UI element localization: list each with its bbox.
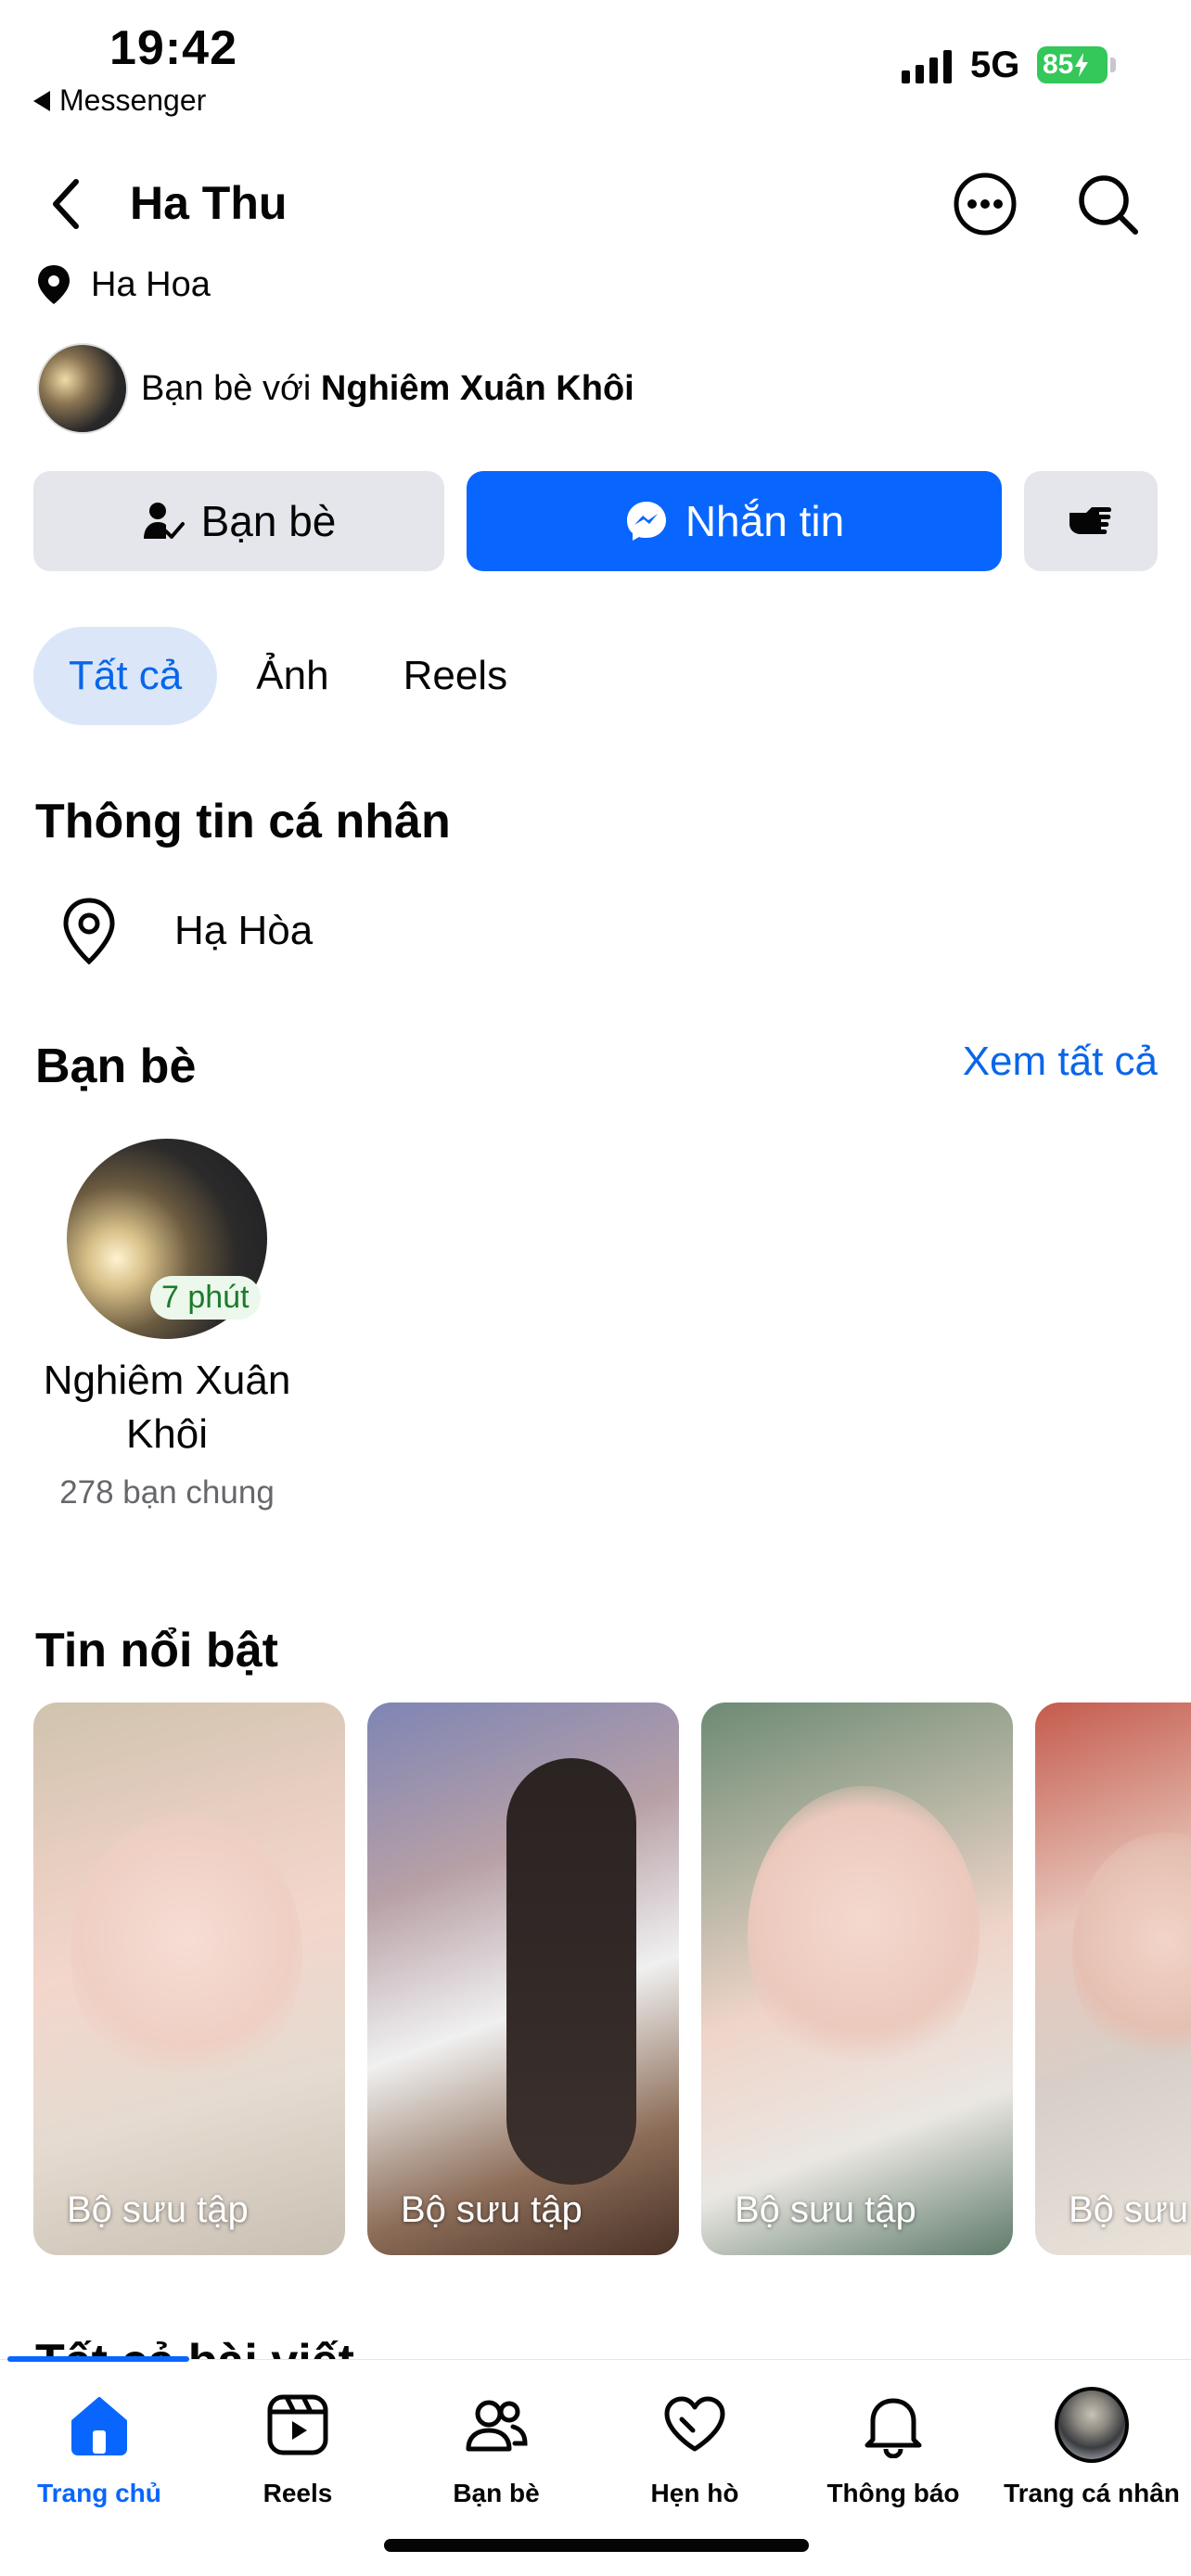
friend-card[interactable]: 7 phút Nghiêm Xuân Khôi 278 bạn chung [37,1139,297,1515]
highlight-photo [506,1758,636,2185]
tab-photos[interactable]: Ảnh [221,627,364,725]
active-tab-indicator [7,2356,189,2362]
bell-icon [864,2398,922,2458]
nav-profile[interactable]: Trang cá nhân [992,2387,1191,2508]
mutual-friend-row[interactable]: Bạn bè với Nghiêm Xuân Khôi [37,343,634,434]
nav-profile-label: Trang cá nhân [1004,2479,1180,2507]
friend-name: Nghiêm Xuân Khôi [43,1358,291,1457]
nav-reels-label: Reels [263,2479,333,2507]
highlight-photo [70,1814,302,2092]
mutual-friend-avatar [37,343,128,434]
friend-mutual-count: 278 bạn chung [59,1474,275,1511]
back-app-label: Messenger [59,83,207,117]
highlight-card[interactable]: Bộ sưu tập [33,1702,345,2255]
network-type: 5G [970,45,1020,85]
profile-avatar-icon [1055,2387,1129,2463]
highlights-carousel: Bộ sưu tập Bộ sưu tập Bộ sưu tập Bộ sưu … [33,1702,1191,2255]
friends-with-text: Bạn bè với Nghiêm Xuân Khôi [141,369,634,409]
highlight-card[interactable]: Bộ sưu tập [1035,1702,1191,2255]
location-outline-icon [63,898,115,965]
battery-tip [1110,57,1116,72]
highlight-label: Bộ sưu tập [735,2189,916,2230]
friends-section-title: Bạn bè [35,1039,197,1093]
nav-home[interactable]: Trang chủ [0,2388,198,2508]
poke-button[interactable] [1024,471,1158,571]
battery-level: 85 [1043,49,1074,80]
active-status-badge: 7 phút [150,1276,261,1320]
nav-friends-label: Bạn bè [453,2479,540,2507]
friends-with-prefix: Bạn bè với [141,368,312,408]
profile-header: Ha Thu [0,158,1191,250]
page-title: Ha Thu [130,177,288,229]
battery-icon: 85 [1037,46,1108,83]
message-button-label: Nhắn tin [685,497,845,545]
personal-info-title: Thông tin cá nhân [35,795,451,848]
back-to-app-link[interactable]: Messenger [33,83,206,118]
nav-home-label: Trang chủ [37,2479,161,2507]
reels-icon [267,2394,328,2455]
highlight-label: Bộ sưu tập [401,2189,583,2230]
highlight-photo [1072,1832,1191,2073]
nav-dating[interactable]: Hẹn hò [596,2388,794,2508]
message-button[interactable]: Nhắn tin [467,471,1002,571]
highlight-card[interactable]: Bộ sưu tập [367,1702,679,2255]
home-icon [71,2397,127,2455]
nav-friends[interactable]: Bạn bè [397,2388,596,2508]
messenger-icon [626,502,666,541]
back-triangle-icon [33,90,50,111]
search-icon [1079,175,1138,235]
tab-reels[interactable]: Reels [368,627,544,725]
highlight-label: Bộ sưu tập [1069,2189,1191,2230]
friends-button-label: Bạn bè [200,497,337,545]
highlights-title: Tin nổi bật [35,1624,278,1677]
highlight-card[interactable]: Bộ sưu tập [701,1702,1013,2255]
more-options-button[interactable] [950,169,1020,239]
friends-with-name: Nghiêm Xuân Khôi [320,368,634,408]
nav-reels[interactable]: Reels [198,2388,397,2508]
status-bar: 19:42 Messenger 5G 85 [0,0,1191,130]
poke-hand-icon [1069,507,1112,534]
signal-icon [902,46,952,83]
tab-all[interactable]: Tất cả [33,627,218,725]
location-pin-icon [38,265,70,304]
search-button[interactable] [1072,169,1143,239]
chevron-left-icon [53,179,79,229]
nav-dating-label: Hẹn hò [650,2479,739,2507]
friend-avatar: 7 phút [67,1139,267,1339]
friend-check-icon [143,503,185,539]
heart-icon [664,2396,725,2452]
see-all-friends-link[interactable]: Xem tất cả [963,1039,1158,1085]
more-icon [954,172,1017,236]
nav-notifications-label: Thông báo [826,2479,960,2507]
intro-location-text: Ha Hoa [91,264,211,304]
info-location-row: Hạ Hòa [59,896,313,966]
highlight-photo [748,1786,980,2083]
friends-button[interactable]: Bạn bè [33,471,444,571]
nav-notifications[interactable]: Thông báo [794,2388,992,2508]
intro-location: Ha Hoa [35,263,211,306]
back-button[interactable] [37,174,96,234]
info-location-text: Hạ Hòa [174,908,314,953]
home-indicator [384,2539,809,2552]
status-time: 19:42 [109,21,237,75]
profile-tabs: Tất cả Ảnh Reels [33,627,546,725]
friends-icon [466,2400,528,2452]
profile-actions: Bạn bè Nhắn tin [33,471,1158,571]
highlight-label: Bộ sưu tập [67,2189,249,2230]
